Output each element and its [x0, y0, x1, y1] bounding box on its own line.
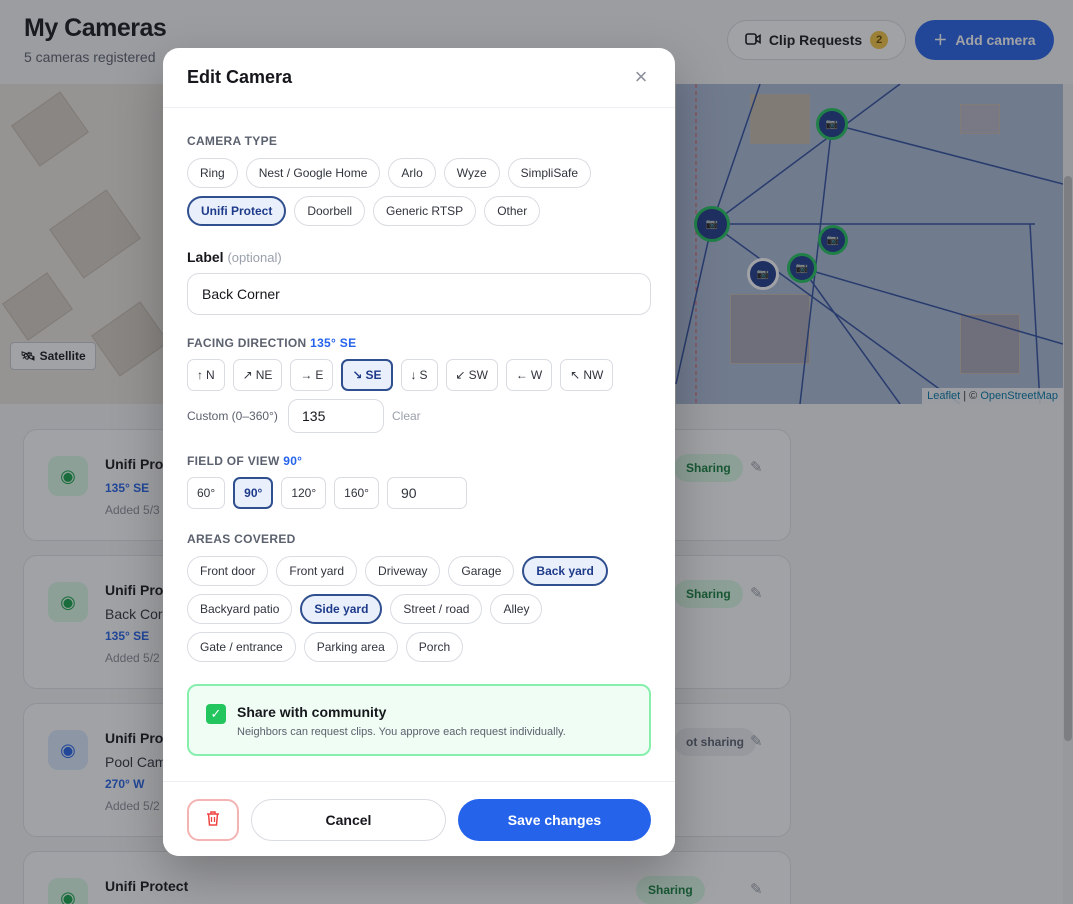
fov-chip-60[interactable]: 60°: [187, 477, 226, 509]
area-chip-front-door[interactable]: Front door: [187, 556, 269, 586]
area-options: Backyard patio Side yard Street / road Alle…: [187, 594, 543, 624]
direction-label: N: [206, 368, 215, 382]
fov-options: 60° 90° 120° 160° 90: [187, 477, 467, 509]
fov-chip-90[interactable]: 90°: [233, 477, 274, 509]
share-title: Share with community: [237, 704, 387, 720]
camera-type-chip-arlo[interactable]: Arlo: [388, 158, 436, 188]
direction-label: NW: [583, 368, 604, 382]
fov-label: FIELD OF VIEW 90°: [187, 454, 302, 468]
share-checkbox[interactable]: ✓: [206, 704, 226, 724]
edit-camera-dialog: Edit Camera × CAMERA TYPE Ring Nest / Goo…: [163, 48, 675, 856]
direction-label: NE: [255, 368, 273, 382]
custom-direction-label: Custom (0–360°): [187, 409, 278, 423]
direction-label: SW: [468, 368, 488, 382]
area-chip-porch[interactable]: Porch: [405, 632, 464, 662]
label-field-title: Label (optional): [187, 249, 282, 265]
arrow-icon: ↗: [242, 368, 253, 382]
direction-options: ↑ N ↗ NE → E ↘ SE ↓ S ↙ SW ← W ↖ NW: [187, 359, 614, 391]
trash-icon: [206, 810, 220, 831]
camera-type-chip-unifi-protect[interactable]: Unifi Protect: [187, 196, 287, 226]
area-chip-garage[interactable]: Garage: [448, 556, 515, 586]
area-chip-driveway[interactable]: Driveway: [365, 556, 441, 586]
area-chip-gate-entrance[interactable]: Gate / entrance: [187, 632, 296, 662]
cancel-button[interactable]: Cancel: [251, 799, 446, 841]
share-description: Neighbors can request clips. You approve…: [237, 726, 566, 738]
label-title: Label: [187, 249, 224, 265]
direction-button-s[interactable]: ↓ S: [400, 359, 438, 391]
save-changes-button[interactable]: Save changes: [458, 799, 651, 841]
camera-type-chip-wyze[interactable]: Wyze: [443, 158, 500, 188]
direction-button-n[interactable]: ↑ N: [187, 359, 225, 391]
arrow-icon: ↓: [410, 368, 417, 382]
area-options: Gate / entrance Parking area Porch: [187, 632, 464, 662]
camera-type-label: CAMERA TYPE: [187, 134, 278, 148]
direction-button-nw[interactable]: ↖ NW: [560, 359, 614, 391]
area-chip-back-yard[interactable]: Back yard: [522, 556, 608, 586]
clear-direction-link[interactable]: Clear: [392, 409, 421, 423]
direction-label: E: [315, 368, 324, 382]
delete-camera-button[interactable]: [187, 799, 239, 841]
direction-label: W: [530, 368, 543, 382]
arrow-icon: →: [300, 368, 313, 382]
direction-label: SE: [365, 368, 382, 382]
area-chip-street-road[interactable]: Street / road: [390, 594, 483, 624]
arrow-icon: ↙: [455, 368, 466, 382]
share-with-community-option[interactable]: ✓ Share with community Neighbors can req…: [187, 684, 651, 756]
area-chip-front-yard[interactable]: Front yard: [276, 556, 358, 586]
areas-covered-label: AREAS COVERED: [187, 532, 296, 546]
direction-button-sw[interactable]: ↙ SW: [445, 359, 498, 391]
facing-direction-title: FACING DIRECTION: [187, 336, 307, 350]
direction-label: S: [419, 368, 428, 382]
area-chip-backyard-patio[interactable]: Backyard patio: [187, 594, 293, 624]
direction-button-se[interactable]: ↘ SE: [341, 359, 393, 391]
arrow-icon: ↘: [352, 368, 363, 382]
fov-title: FIELD OF VIEW: [187, 454, 280, 468]
dialog-header: Edit Camera ×: [163, 48, 675, 108]
fov-chip-120[interactable]: 120°: [281, 477, 327, 509]
direction-button-ne[interactable]: ↗ NE: [232, 359, 283, 391]
area-options: Front door Front yard Driveway Garage Back y…: [187, 556, 608, 586]
label-input[interactable]: Back Corner: [187, 273, 651, 315]
camera-type-options: Unifi Protect Doorbell Generic RTSP Other: [187, 196, 541, 226]
area-chip-alley[interactable]: Alley: [490, 594, 543, 624]
dialog-title: Edit Camera: [187, 67, 293, 87]
label-optional-hint: (optional): [227, 250, 282, 265]
fov-chip-160[interactable]: 160°: [334, 477, 379, 509]
facing-direction-value: 135° SE: [310, 336, 357, 350]
direction-button-e[interactable]: → E: [290, 359, 334, 391]
dialog-footer: Cancel Save changes: [163, 781, 675, 856]
close-icon[interactable]: ×: [630, 66, 652, 88]
facing-direction-label: FACING DIRECTION 135° SE: [187, 336, 356, 350]
fov-value: 90°: [283, 454, 303, 468]
arrow-icon: ↑: [197, 368, 203, 382]
arrow-icon: ↖: [570, 368, 581, 382]
area-chip-parking-area[interactable]: Parking area: [303, 632, 398, 662]
area-chip-side-yard[interactable]: Side yard: [300, 594, 383, 624]
camera-type-options: Ring Nest / Google Home Arlo Wyze SimpliSafe: [187, 158, 592, 188]
custom-direction-input[interactable]: 135: [288, 399, 384, 433]
arrow-icon: ←: [515, 368, 528, 382]
camera-type-chip-doorbell[interactable]: Doorbell: [294, 196, 366, 226]
camera-type-chip-simplisafe[interactable]: SimpliSafe: [507, 158, 592, 188]
camera-type-chip-other[interactable]: Other: [484, 196, 541, 226]
camera-type-chip-nest-google-home[interactable]: Nest / Google Home: [245, 158, 381, 188]
direction-button-w[interactable]: ← W: [505, 359, 553, 391]
camera-type-chip-generic-rtsp[interactable]: Generic RTSP: [373, 196, 477, 226]
camera-type-chip-ring[interactable]: Ring: [187, 158, 238, 188]
custom-fov-input[interactable]: 90: [386, 477, 467, 509]
